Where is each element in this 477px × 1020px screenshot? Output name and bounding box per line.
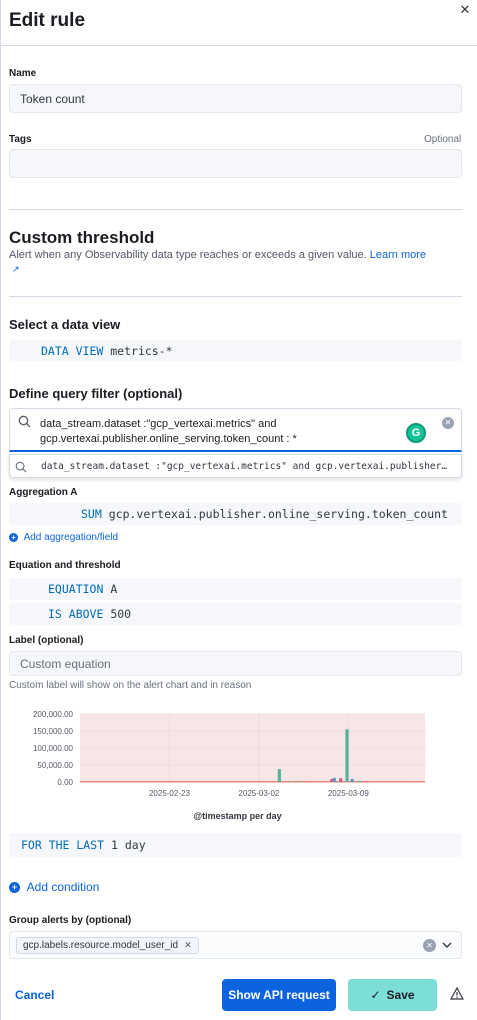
equation-expression[interactable]: EQUATION A bbox=[9, 578, 462, 600]
y-tick-label: 200,000.00 bbox=[33, 710, 74, 719]
grammarly-icon[interactable]: G bbox=[406, 423, 426, 443]
header-divider bbox=[1, 45, 477, 46]
equation-value: A bbox=[110, 582, 118, 596]
query-suggestions: data_stream.dataset :"gcp_vertexai.metri… bbox=[9, 454, 462, 478]
threshold-expression[interactable]: IS ABOVE 500 bbox=[9, 603, 462, 625]
save-label: Save bbox=[386, 988, 415, 1002]
y-tick-label: 0.00 bbox=[57, 778, 73, 787]
clear-group-by-icon[interactable]: ✕ bbox=[423, 939, 436, 952]
data-view-selector[interactable]: DATA VIEW metrics-* bbox=[9, 340, 462, 361]
x-axis-label: @timestamp per day bbox=[193, 811, 281, 821]
threshold-chart: 200,000.00 150,000.00 100,000.00 50,000.00 0… bbox=[33, 710, 425, 821]
bar bbox=[345, 729, 349, 782]
show-api-request-label: Show API request bbox=[228, 988, 330, 1002]
external-link-icon[interactable]: ↗ bbox=[12, 264, 20, 275]
cancel-button[interactable]: Cancel bbox=[15, 988, 54, 1002]
learn-more-link[interactable]: Learn more bbox=[370, 249, 426, 261]
bar bbox=[358, 780, 362, 782]
section-divider bbox=[9, 209, 462, 210]
time-window-keyword: FOR THE LAST bbox=[21, 838, 105, 852]
flyout-footer: Cancel Show API request ✓ Save bbox=[1, 962, 477, 1020]
suggestion-search-icon bbox=[15, 460, 27, 478]
check-icon: ✓ bbox=[370, 988, 381, 1002]
aggregation-expression[interactable]: SUM gcp.vertexai.publisher.online_servin… bbox=[9, 503, 462, 525]
name-label: Name bbox=[9, 68, 37, 79]
save-button[interactable]: ✓ Save bbox=[348, 979, 437, 1011]
bar bbox=[277, 769, 281, 782]
add-aggregation-label: Add aggregation/field bbox=[23, 532, 119, 543]
time-window-value: 1 day bbox=[111, 838, 146, 852]
query-line-2: gcp.vertexai.publisher.online_serving.to… bbox=[40, 433, 297, 445]
chevron-down-icon[interactable] bbox=[441, 936, 453, 957]
aggregation-label: Aggregation A bbox=[9, 487, 78, 498]
group-by-combobox[interactable]: gcp.labels.resource.model_user_id ✕ ✕ bbox=[9, 931, 462, 959]
y-tick-label: 100,000.00 bbox=[33, 744, 74, 753]
name-input-value: Token count bbox=[20, 91, 85, 106]
suggestion-item[interactable]: data_stream.dataset :"gcp_vertexai.metri… bbox=[41, 461, 447, 472]
section-divider-2 bbox=[9, 296, 462, 297]
custom-threshold-heading: Custom threshold bbox=[9, 228, 155, 247]
data-view-heading: Select a data view bbox=[9, 317, 121, 332]
bar bbox=[332, 777, 336, 782]
custom-label-help: Custom label will show on the alert char… bbox=[9, 680, 252, 691]
threshold-keyword: IS ABOVE bbox=[48, 607, 104, 621]
query-line-1: data_stream.dataset :"gcp_vertexai.metri… bbox=[40, 418, 277, 430]
close-icon[interactable]: ✕ bbox=[458, 3, 472, 17]
add-condition-plus-icon: + bbox=[9, 882, 20, 894]
group-by-label: Group alerts by (optional) bbox=[9, 915, 132, 926]
group-by-chip: gcp.labels.resource.model_user_id ✕ bbox=[16, 937, 199, 954]
aggregation-keyword: SUM bbox=[81, 507, 102, 521]
y-tick-label: 50,000.00 bbox=[37, 761, 73, 770]
y-tick-label: 150,000.00 bbox=[33, 727, 74, 736]
add-condition-button[interactable]: + Add condition bbox=[9, 880, 99, 894]
custom-label-label: Label (optional) bbox=[9, 635, 84, 646]
tags-input[interactable] bbox=[9, 149, 462, 178]
name-input[interactable]: Token count bbox=[9, 84, 462, 113]
query-input[interactable]: data_stream.dataset :"gcp_vertexai.metri… bbox=[9, 408, 462, 452]
time-window-expression[interactable]: FOR THE LAST 1 day bbox=[9, 833, 462, 857]
tags-label: Tags bbox=[9, 134, 32, 145]
bar bbox=[282, 781, 287, 783]
add-condition-label: Add condition bbox=[26, 880, 100, 894]
x-tick-label: 2025-03-09 bbox=[328, 789, 369, 798]
data-view-keyword: DATA VIEW bbox=[41, 343, 104, 358]
query-filter-heading: Define query filter (optional) bbox=[9, 386, 183, 401]
query-text: data_stream.dataset :"gcp_vertexai.metri… bbox=[40, 417, 297, 447]
chip-remove-icon[interactable]: ✕ bbox=[184, 940, 192, 951]
threshold-value: 500 bbox=[110, 607, 132, 621]
threshold-description-text: Alert when any Observability data type r… bbox=[9, 249, 367, 261]
x-tick-label: 2025-03-02 bbox=[238, 789, 279, 798]
edit-rule-flyout: Edit rule ✕ Name Token count Tags Option… bbox=[0, 0, 477, 1020]
show-api-request-button[interactable]: Show API request bbox=[222, 979, 336, 1011]
bar bbox=[299, 781, 303, 783]
tags-optional: Optional bbox=[424, 134, 462, 145]
warning-icon[interactable] bbox=[449, 986, 465, 1005]
threshold-description: Alert when any Observability data type r… bbox=[9, 248, 464, 262]
bar bbox=[364, 781, 368, 782]
bar bbox=[339, 778, 343, 782]
group-by-chip-label: gcp.labels.resource.model_user_id bbox=[23, 940, 179, 951]
aggregation-field: gcp.vertexai.publisher.online_serving.to… bbox=[108, 507, 448, 521]
x-tick-label: 2025-02-23 bbox=[149, 789, 190, 798]
search-icon bbox=[18, 415, 31, 431]
custom-label-placeholder: Custom equation bbox=[20, 656, 111, 671]
bar bbox=[304, 781, 308, 783]
equation-label: Equation and threshold bbox=[9, 560, 121, 571]
data-view-value: metrics-* bbox=[110, 343, 173, 358]
add-aggregation-button[interactable]: + Add aggregation/field bbox=[9, 532, 118, 543]
clear-query-icon[interactable]: ✕ bbox=[442, 417, 454, 429]
plus-icon: + bbox=[9, 532, 18, 542]
bar bbox=[290, 781, 294, 782]
equation-keyword: EQUATION bbox=[48, 582, 104, 596]
bar bbox=[350, 778, 354, 782]
custom-label-input[interactable]: Custom equation bbox=[9, 651, 462, 676]
flyout-title: Edit rule bbox=[9, 10, 86, 31]
